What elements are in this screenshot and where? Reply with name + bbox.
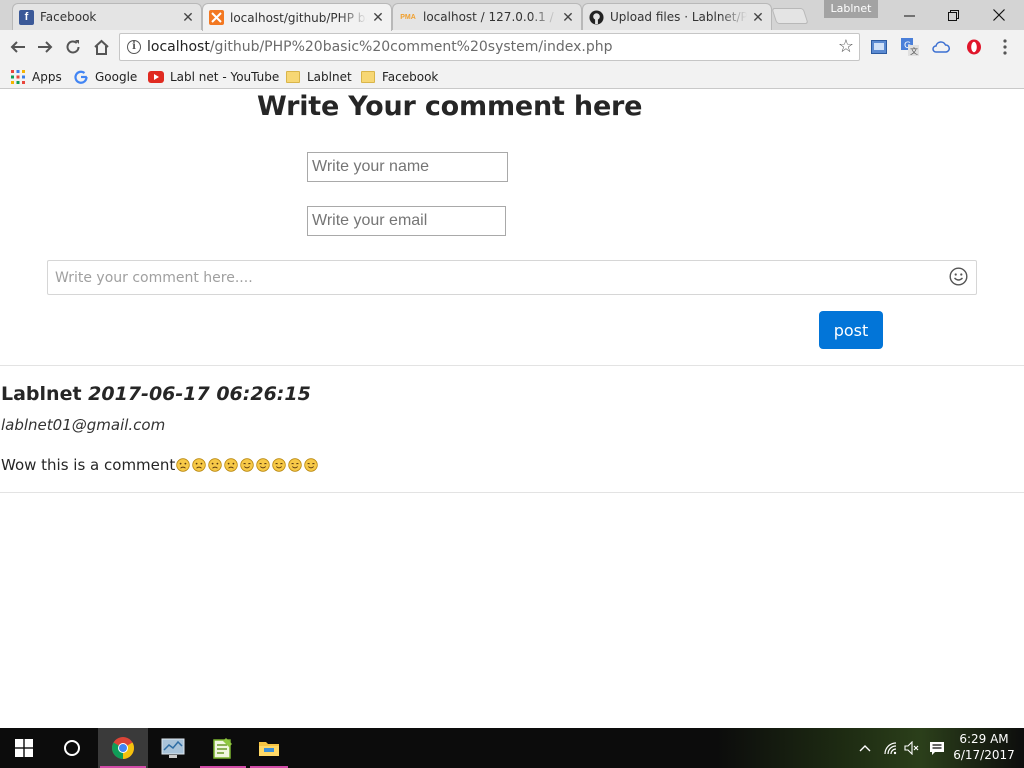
screenshot-extension-icon[interactable] xyxy=(870,38,888,56)
tab-title: Facebook xyxy=(40,10,97,24)
comment-email: lablnet01@gmail.com xyxy=(1,416,166,434)
volume-muted-icon[interactable] xyxy=(902,728,922,768)
windows-taskbar: 6:29 AM 6/17/2017 xyxy=(0,728,1024,768)
forward-button[interactable] xyxy=(33,35,57,59)
close-icon[interactable]: ✕ xyxy=(751,9,765,26)
divider xyxy=(0,492,1024,493)
phpmyadmin-icon: PMA xyxy=(400,13,416,21)
start-button[interactable] xyxy=(0,728,48,768)
profile-badge[interactable]: Lablnet xyxy=(824,0,878,18)
divider xyxy=(0,365,1024,366)
tab-title: Upload files · Lablnet/PH xyxy=(610,10,747,24)
taskbar-app-monitor[interactable] xyxy=(148,728,198,768)
google-icon xyxy=(73,70,89,84)
action-center-icon[interactable] xyxy=(927,728,947,768)
opera-extension-icon[interactable] xyxy=(965,38,983,56)
url-path: /github/PHP%20basic%20comment%20system/i… xyxy=(209,39,613,55)
folder-icon xyxy=(360,70,376,84)
comment-text: Wow this is a comment xyxy=(1,456,176,474)
minimize-button[interactable] xyxy=(886,0,932,30)
bookmark-label: Labl net - YouTube xyxy=(170,70,280,84)
tab-title: localhost / 127.0.0.1 / ds xyxy=(423,10,557,24)
post-button[interactable]: post xyxy=(819,311,883,349)
comment-date: 2017-06-17 06:26:15 xyxy=(88,383,311,405)
browser-toolbar: i localhost/github/PHP%20basic%20comment… xyxy=(0,30,1024,64)
cloud-extension-icon[interactable] xyxy=(932,38,950,56)
comment-input[interactable] xyxy=(48,261,938,294)
bookmark-google[interactable]: Google xyxy=(73,68,137,86)
close-icon[interactable]: ✕ xyxy=(371,9,385,26)
back-button[interactable] xyxy=(6,35,30,59)
frown-emoji-icon xyxy=(176,458,190,472)
folder-icon xyxy=(259,742,279,756)
tab-title: localhost/github/PHP basic xyxy=(230,10,367,25)
chrome-icon xyxy=(112,737,134,759)
taskbar-clock[interactable]: 6:29 AM 6/17/2017 xyxy=(948,731,1020,763)
blush-emoji-icon xyxy=(256,458,270,472)
github-icon xyxy=(589,9,604,25)
tab-facebook[interactable]: f Facebook ✕ xyxy=(12,3,202,30)
folder-icon xyxy=(285,70,301,84)
cortana-search-icon[interactable] xyxy=(48,728,96,768)
bookmark-label: Lablnet xyxy=(307,70,352,84)
tab-github-upload[interactable]: Upload files · Lablnet/PH ✕ xyxy=(582,3,772,30)
page-title: Write Your comment here xyxy=(257,91,643,122)
apps-grid-icon xyxy=(10,70,26,84)
address-bar[interactable]: i localhost/github/PHP%20basic%20comment… xyxy=(119,33,860,61)
home-button[interactable] xyxy=(89,35,113,59)
taskbar-chrome[interactable] xyxy=(98,728,148,768)
translate-extension-icon[interactable]: G文 xyxy=(901,38,919,56)
bookmark-label: Facebook xyxy=(382,70,439,84)
bookmarks-bar: Apps Google Labl net - YouTube Lablnet F… xyxy=(0,64,1024,89)
new-tab-button[interactable] xyxy=(771,8,809,24)
url-host: localhost xyxy=(147,39,210,55)
system-monitor-icon xyxy=(161,738,185,758)
notepad-plus-icon xyxy=(213,738,232,759)
info-icon[interactable]: i xyxy=(127,40,141,54)
youtube-icon xyxy=(148,70,164,84)
bookmark-lablnet[interactable]: Lablnet xyxy=(285,68,352,86)
comment-emojis xyxy=(176,458,320,472)
comment-input-box[interactable] xyxy=(47,260,977,295)
blush-emoji-icon xyxy=(288,458,302,472)
bookmark-youtube[interactable]: Labl net - YouTube xyxy=(148,68,279,86)
bookmark-apps[interactable]: Apps xyxy=(10,68,62,86)
comment-header: Lablnet 2017-06-17 06:26:15 xyxy=(1,383,311,405)
close-icon[interactable]: ✕ xyxy=(181,9,195,26)
clock-time: 6:29 AM xyxy=(959,732,1009,746)
show-hidden-icons-chevron-icon[interactable] xyxy=(856,728,874,768)
reload-button[interactable] xyxy=(61,35,85,59)
comment-body: Wow this is a comment xyxy=(1,456,320,474)
close-window-button[interactable] xyxy=(976,0,1022,30)
xampp-icon xyxy=(209,10,224,25)
blush-emoji-icon xyxy=(240,458,254,472)
title-bar: f Facebook ✕ localhost/github/PHP basic … xyxy=(0,0,1024,31)
email-input[interactable] xyxy=(307,206,506,236)
blush-emoji-icon xyxy=(304,458,318,472)
frown-emoji-icon xyxy=(224,458,238,472)
bookmark-label: Apps xyxy=(32,70,62,84)
frown-emoji-icon xyxy=(208,458,222,472)
blush-emoji-icon xyxy=(272,458,286,472)
wifi-icon[interactable] xyxy=(881,728,901,768)
facebook-icon: f xyxy=(19,9,34,25)
tab-localhost-php[interactable]: localhost/github/PHP basic ✕ xyxy=(202,3,392,31)
bookmark-star-icon[interactable]: ☆ xyxy=(838,36,854,57)
taskbar-file-explorer[interactable] xyxy=(248,728,290,768)
url-text[interactable]: localhost/github/PHP%20basic%20comment%2… xyxy=(147,39,613,55)
frown-emoji-icon xyxy=(192,458,206,472)
page-content: Write Your comment here post Lablnet 201… xyxy=(0,90,1024,728)
emoji-picker-icon[interactable] xyxy=(949,267,968,286)
clock-date: 6/17/2017 xyxy=(953,748,1015,762)
restore-button[interactable] xyxy=(930,0,976,30)
bookmark-label: Google xyxy=(95,70,138,84)
taskbar-notepad[interactable] xyxy=(198,728,248,768)
close-icon[interactable]: ✕ xyxy=(561,9,575,26)
bookmark-facebook[interactable]: Facebook xyxy=(360,68,438,86)
comment-author: Lablnet xyxy=(1,383,82,405)
tab-phpmyadmin[interactable]: PMA localhost / 127.0.0.1 / ds ✕ xyxy=(392,3,582,30)
name-input[interactable] xyxy=(307,152,508,182)
menu-kebab-icon[interactable] xyxy=(996,38,1014,56)
svg-text:文: 文 xyxy=(910,46,918,56)
